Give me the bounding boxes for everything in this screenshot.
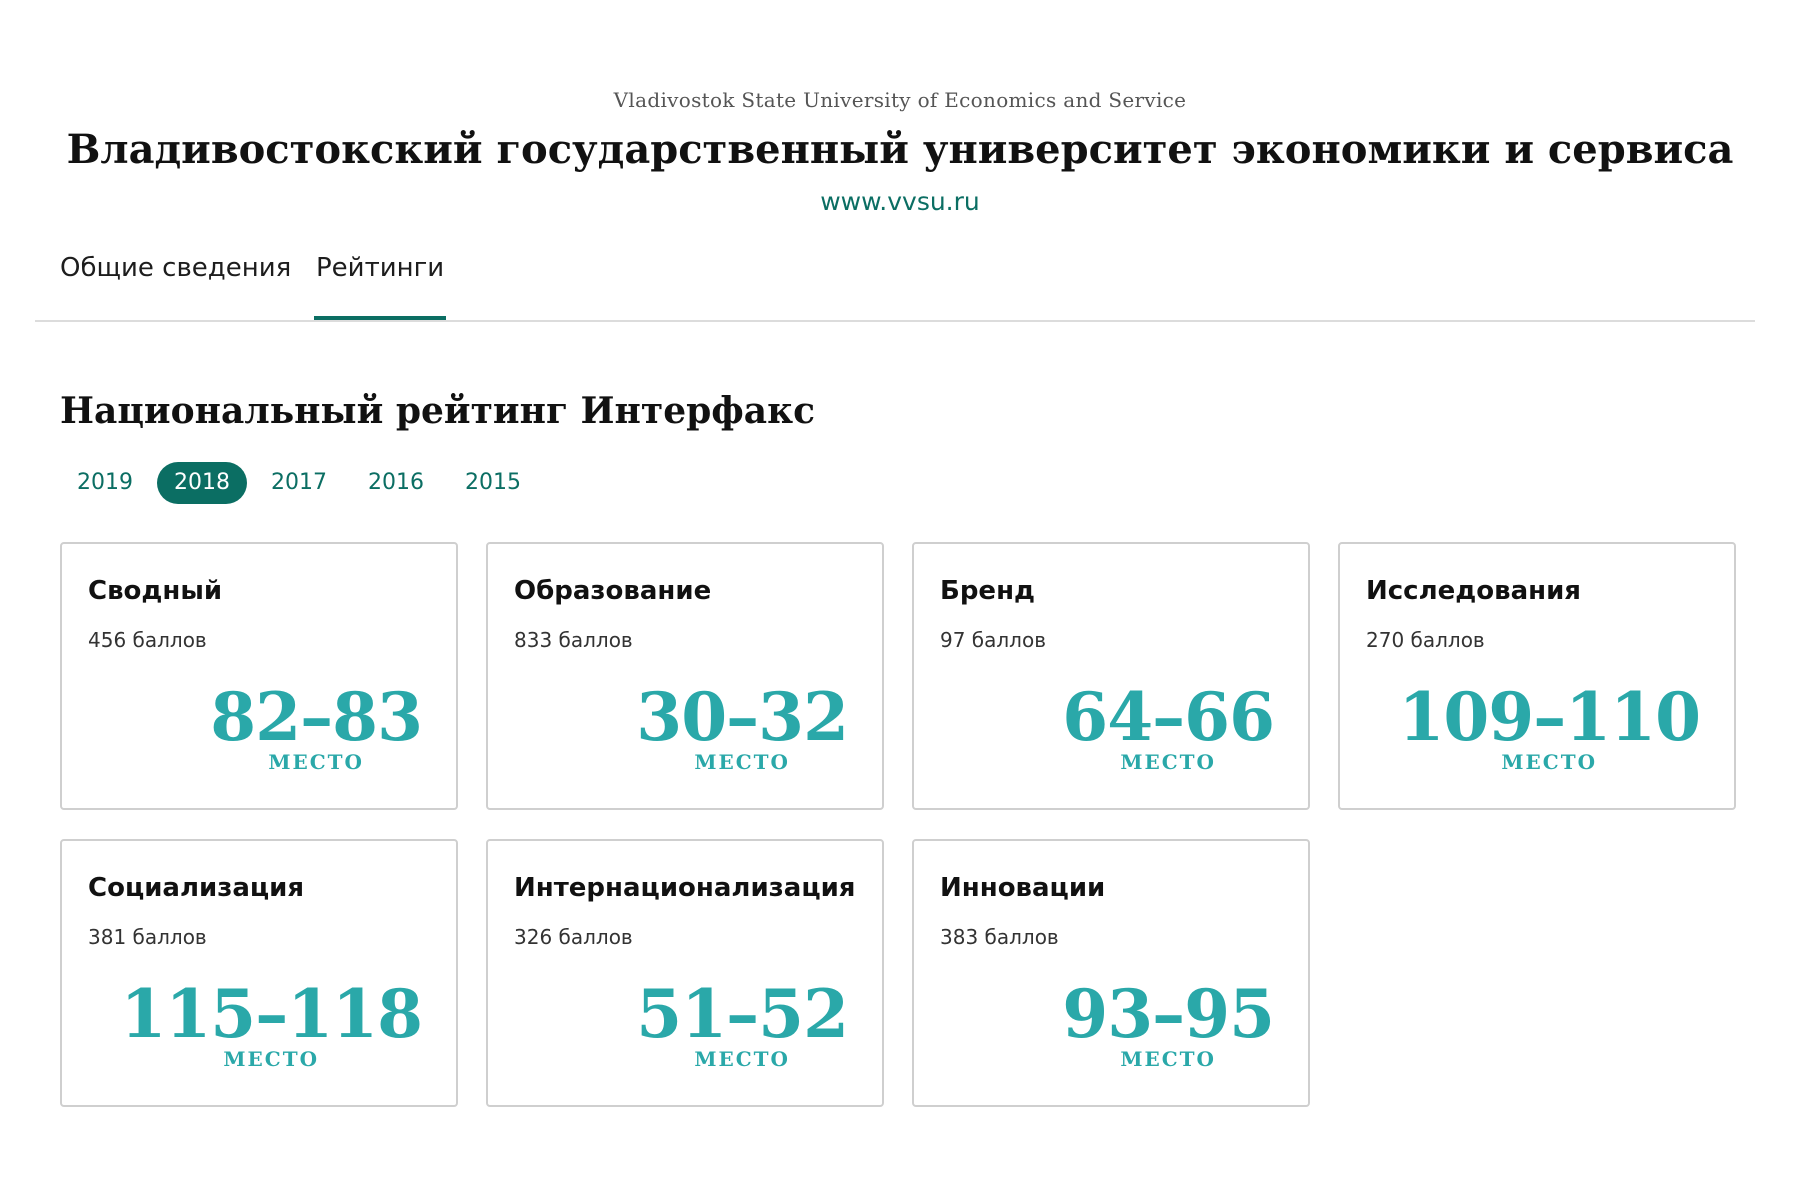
rating-card-internationalization: Интернационализация 326 баллов 51–52 МЕС…	[486, 839, 884, 1107]
card-title: Исследования	[1366, 576, 1581, 606]
tab-bar: Общие сведения Рейтинги	[35, 245, 1755, 322]
tab-label: Общие сведения	[60, 253, 292, 283]
card-title: Бренд	[940, 576, 1036, 606]
card-score: 326 баллов	[514, 925, 633, 949]
card-title: Интернационализация	[514, 873, 856, 903]
tab-label: Рейтинги	[316, 253, 445, 283]
year-2015[interactable]: 2015	[448, 462, 538, 504]
card-score: 270 баллов	[1366, 628, 1485, 652]
card-score: 833 баллов	[514, 628, 633, 652]
rank-block: 30–32 МЕСТО	[636, 678, 849, 774]
page-header: Vladivostok State University of Economic…	[0, 88, 1800, 216]
page-title: Владивостокский государственный универси…	[66, 126, 1734, 173]
rank-block: 109–110 МЕСТО	[1398, 678, 1701, 774]
rating-card-innovation: Инновации 383 баллов 93–95 МЕСТО	[912, 839, 1310, 1107]
card-title: Сводный	[88, 576, 223, 606]
rank-value: 82–83	[210, 678, 423, 756]
rank-value: 109–110	[1398, 678, 1701, 756]
section-title: Национальный рейтинг Интерфакс	[60, 390, 815, 432]
card-title: Социализация	[88, 873, 305, 903]
year-2019[interactable]: 2019	[60, 462, 150, 504]
rank-block: 115–118 МЕСТО	[120, 975, 423, 1071]
rank-block: 82–83 МЕСТО	[210, 678, 423, 774]
rating-card-research: Исследования 270 баллов 109–110 МЕСТО	[1338, 542, 1736, 810]
rating-card-education: Образование 833 баллов 30–32 МЕСТО	[486, 542, 884, 810]
rank-block: 51–52 МЕСТО	[636, 975, 849, 1071]
card-score: 97 баллов	[940, 628, 1046, 652]
year-2018[interactable]: 2018	[157, 462, 247, 504]
card-title: Образование	[514, 576, 712, 606]
rating-card-socialization: Социализация 381 баллов 115–118 МЕСТО	[60, 839, 458, 1107]
rank-block: 64–66 МЕСТО	[1062, 678, 1275, 774]
rank-value: 93–95	[1062, 975, 1275, 1053]
card-score: 456 баллов	[88, 628, 207, 652]
university-name-english: Vladivostok State University of Economic…	[613, 88, 1187, 112]
year-2017[interactable]: 2017	[254, 462, 344, 504]
card-score: 383 баллов	[940, 925, 1059, 949]
rank-block: 93–95 МЕСТО	[1062, 975, 1275, 1071]
website-link[interactable]: www.vvsu.ru	[820, 187, 980, 216]
rank-value: 64–66	[1062, 678, 1275, 756]
rank-value: 51–52	[636, 975, 849, 1053]
card-score: 381 баллов	[88, 925, 207, 949]
rank-value: 30–32	[636, 678, 849, 756]
card-title: Инновации	[940, 873, 1106, 903]
tab-ratings[interactable]: Рейтинги	[313, 253, 447, 320]
rating-card-summary: Сводный 456 баллов 82–83 МЕСТО	[60, 542, 458, 810]
tab-general-info[interactable]: Общие сведения	[60, 253, 291, 318]
rating-card-brand: Бренд 97 баллов 64–66 МЕСТО	[912, 542, 1310, 810]
rank-value: 115–118	[120, 975, 423, 1053]
year-2016[interactable]: 2016	[351, 462, 441, 504]
